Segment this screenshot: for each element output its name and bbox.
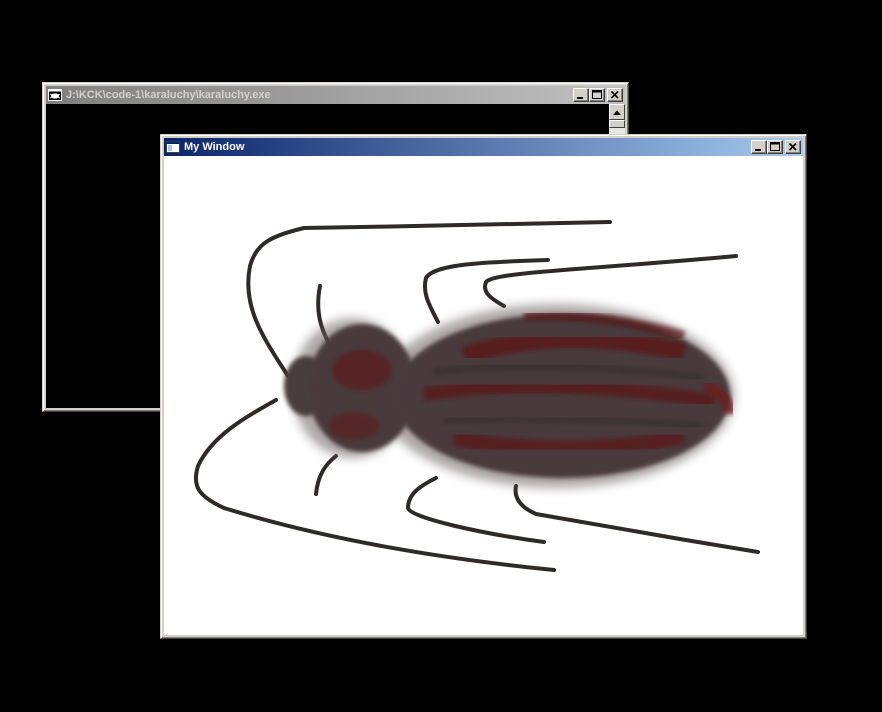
maximize-icon bbox=[770, 142, 780, 151]
minimize-icon bbox=[755, 149, 761, 151]
my-window[interactable]: My Window bbox=[160, 134, 807, 639]
drawing-canvas[interactable] bbox=[164, 156, 803, 635]
cockroach-drawing bbox=[193, 220, 760, 572]
console-close-button[interactable] bbox=[607, 88, 623, 102]
console-icon[interactable] bbox=[48, 88, 62, 102]
leg-front-lower bbox=[406, 476, 546, 544]
console-title-bar[interactable]: J:\KCK\code-1\karaluchy\karaluchy.exe bbox=[46, 86, 625, 104]
my-window-title-bar[interactable]: My Window bbox=[164, 138, 803, 156]
application-icon[interactable] bbox=[166, 140, 180, 154]
console-window-title: J:\KCK\code-1\karaluchy\karaluchy.exe bbox=[66, 89, 271, 101]
my-window-caption-buttons bbox=[751, 140, 801, 154]
console-maximize-button[interactable] bbox=[589, 88, 605, 102]
scroll-thumb[interactable] bbox=[609, 120, 625, 128]
feeler-bottom bbox=[314, 454, 338, 496]
leg-rear-lower bbox=[513, 484, 760, 554]
my-window-minimize-button[interactable] bbox=[751, 140, 767, 154]
desktop: J:\KCK\code-1\karaluchy\karaluchy.exe My… bbox=[0, 0, 882, 712]
cockroach-body bbox=[284, 304, 736, 488]
minimize-icon bbox=[577, 97, 583, 99]
scroll-up-button[interactable] bbox=[609, 104, 625, 120]
close-icon bbox=[610, 90, 619, 99]
arrow-up-icon bbox=[613, 110, 621, 115]
close-icon bbox=[788, 142, 797, 151]
console-minimize-button[interactable] bbox=[573, 88, 589, 102]
my-window-maximize-button[interactable] bbox=[767, 140, 783, 154]
leg-rear-upper bbox=[483, 254, 738, 308]
maximize-icon bbox=[592, 90, 602, 99]
my-window-close-button[interactable] bbox=[785, 140, 801, 154]
console-caption-buttons bbox=[573, 88, 623, 102]
my-window-title: My Window bbox=[184, 141, 245, 153]
